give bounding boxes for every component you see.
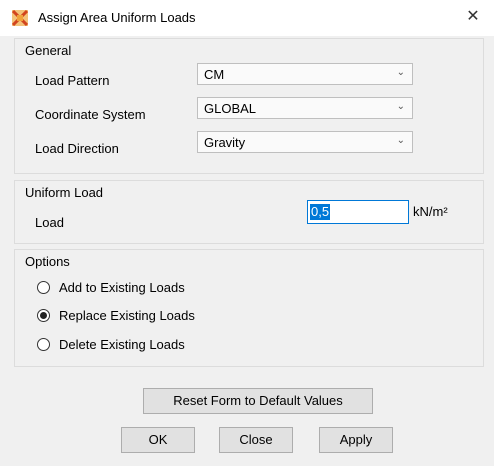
coordinate-system-select[interactable]: GLOBAL ⌄	[197, 97, 413, 119]
ok-button[interactable]: OK	[121, 427, 195, 453]
load-direction-value: Gravity	[204, 135, 246, 150]
close-button[interactable]: Close	[219, 427, 293, 453]
chevron-down-icon: ⌄	[396, 67, 405, 78]
reset-form-button[interactable]: Reset Form to Default Values	[143, 388, 373, 414]
close-icon[interactable]: ✕	[460, 6, 486, 28]
uniform-load-group: Uniform Load Load 0,5 kN/m²	[14, 180, 484, 244]
general-group-title: General	[25, 43, 72, 58]
load-pattern-label: Load Pattern	[35, 73, 110, 88]
load-label: Load	[35, 215, 64, 230]
options-group: Options Add to Existing Loads Replace Ex…	[14, 249, 484, 367]
radio-circle[interactable]	[37, 281, 50, 294]
coordinate-system-label: Coordinate System	[35, 107, 146, 122]
radio-label: Delete Existing Loads	[59, 337, 185, 352]
coordinate-system-value: GLOBAL	[204, 101, 257, 116]
radio-label: Add to Existing Loads	[59, 280, 185, 295]
title-bar: Assign Area Uniform Loads ✕	[0, 0, 494, 36]
uniform-load-group-title: Uniform Load	[25, 185, 104, 200]
load-value: 0,5	[310, 204, 331, 220]
radio-label: Replace Existing Loads	[59, 308, 195, 323]
apply-button[interactable]: Apply	[319, 427, 393, 453]
load-direction-select[interactable]: Gravity ⌄	[197, 131, 413, 153]
etabs-logo-icon	[12, 10, 28, 26]
load-direction-label: Load Direction	[35, 141, 119, 156]
load-input[interactable]: 0,5	[307, 200, 409, 224]
radio-circle-selected[interactable]	[37, 309, 50, 322]
options-group-title: Options	[25, 254, 70, 269]
assign-area-uniform-loads-dialog: Assign Area Uniform Loads ✕ General Load…	[0, 0, 494, 466]
load-pattern-select[interactable]: CM ⌄	[197, 63, 413, 85]
general-group: General Load Pattern CM ⌄ Coordinate Sys…	[14, 38, 484, 174]
chevron-down-icon: ⌄	[396, 101, 405, 112]
chevron-down-icon: ⌄	[396, 135, 405, 146]
window-title: Assign Area Uniform Loads	[38, 10, 196, 25]
radio-dot	[40, 312, 47, 319]
load-unit: kN/m²	[413, 204, 448, 219]
load-pattern-value: CM	[204, 67, 225, 82]
radio-circle[interactable]	[37, 338, 50, 351]
